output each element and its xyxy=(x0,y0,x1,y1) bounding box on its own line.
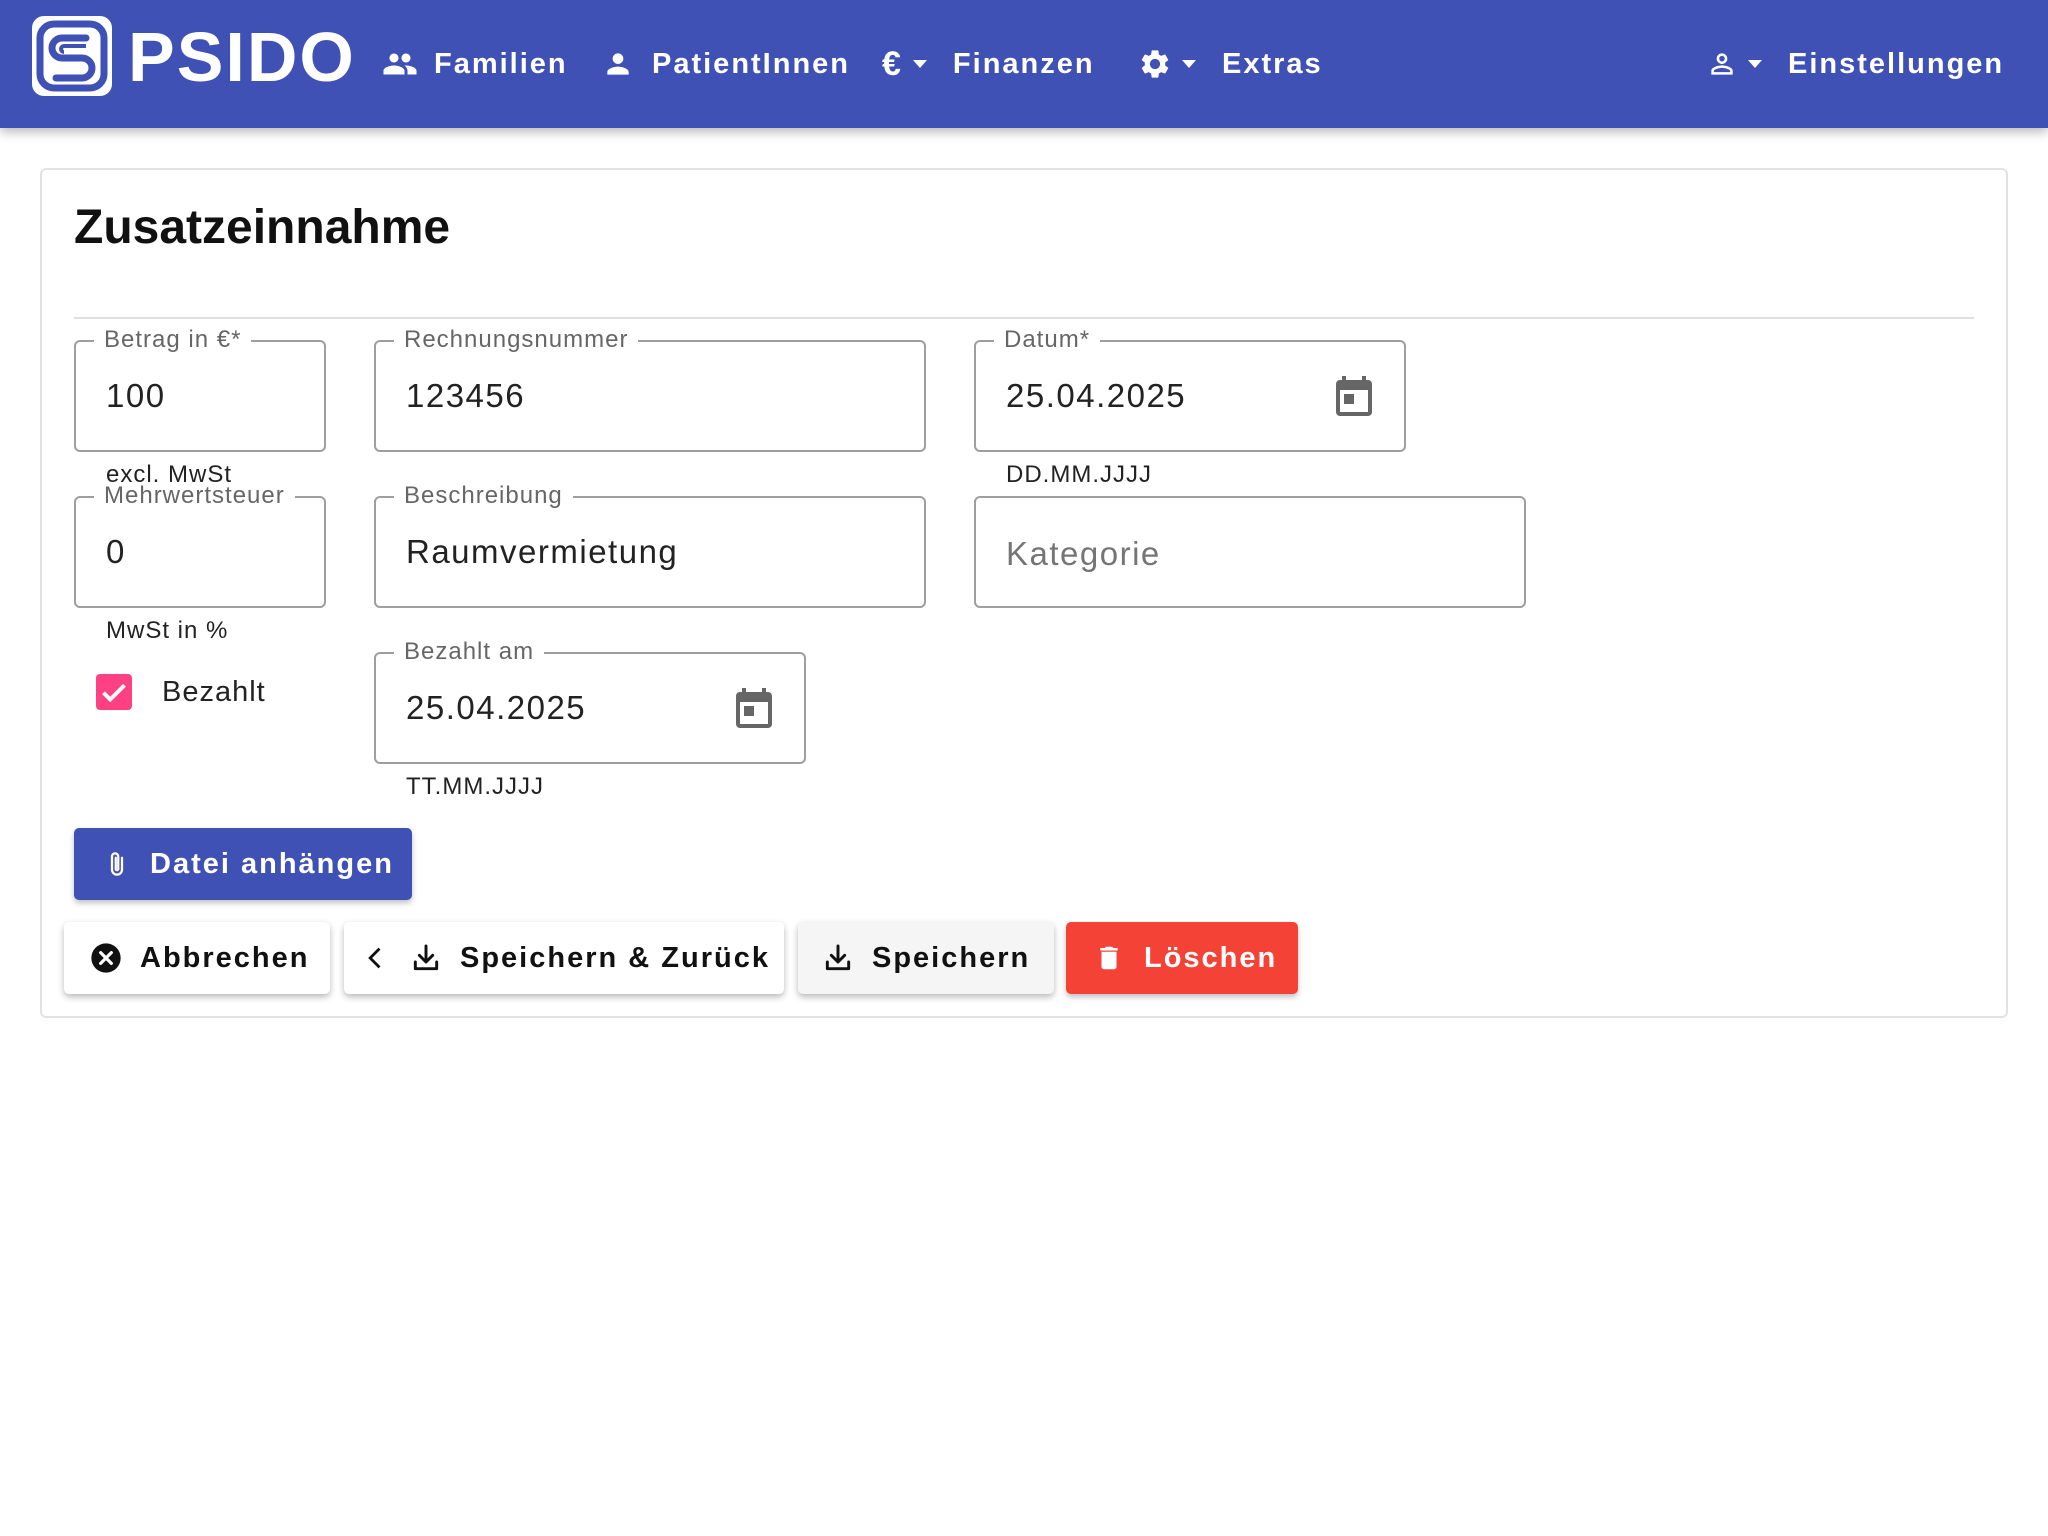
attach-file-label: Datei anhängen xyxy=(150,847,394,880)
calendar-icon[interactable] xyxy=(730,684,778,732)
nav-patients[interactable]: PatientInnen xyxy=(602,40,850,88)
cancel-circle-icon xyxy=(90,942,122,974)
save-button[interactable]: Speichern xyxy=(798,922,1054,994)
nav-finances-label: Finanzen xyxy=(952,47,1095,80)
paperclip-icon xyxy=(102,846,132,882)
chevron-down-icon xyxy=(1748,60,1762,68)
invoice-number-field[interactable]: Rechnungsnummer 123456 xyxy=(374,326,926,452)
description-value: Raumvermietung xyxy=(406,533,679,570)
amount-field[interactable]: Betrag in €* 100 xyxy=(74,326,326,452)
app-bar: PSIDO Familien PatientInnen € Finanzen E… xyxy=(0,0,2048,128)
person-icon xyxy=(602,48,634,80)
nav-families[interactable]: Familien xyxy=(382,40,568,88)
paid-checkbox[interactable] xyxy=(96,674,132,710)
vat-value: 0 xyxy=(106,533,126,570)
save-label: Speichern xyxy=(872,941,1031,974)
trash-icon xyxy=(1094,942,1124,974)
description-field[interactable]: Beschreibung Raumvermietung xyxy=(374,482,926,608)
attach-file-button[interactable]: Datei anhängen xyxy=(74,828,412,900)
date-field[interactable]: Datum* 25.04.2025 xyxy=(974,326,1406,452)
date-hint: DD.MM.JJJJ xyxy=(1006,461,1152,488)
save-and-back-button[interactable]: Speichern & Zurück xyxy=(344,922,784,994)
chevron-left-icon xyxy=(362,940,390,976)
vat-field[interactable]: Mehrwertsteuer 0 xyxy=(74,482,326,608)
category-select[interactable]: Kategorie xyxy=(974,496,1526,608)
nav-families-label: Familien xyxy=(434,47,568,80)
vat-hint: MwSt in % xyxy=(106,617,229,644)
delete-button[interactable]: Löschen xyxy=(1066,922,1298,994)
paid-on-field[interactable]: Bezahlt am 25.04.2025 xyxy=(374,638,806,764)
chevron-down-icon xyxy=(1182,60,1196,68)
cancel-label: Abbrechen xyxy=(140,941,310,974)
nav-extras-label: Extras xyxy=(1222,47,1323,80)
page-title: Zusatzeinnahme xyxy=(74,201,451,254)
category-placeholder: Kategorie xyxy=(1006,535,1161,572)
nav-finances[interactable]: € Finanzen xyxy=(882,40,1095,88)
euro-icon: € xyxy=(882,44,903,83)
calendar-icon[interactable] xyxy=(1330,372,1378,420)
nav-patients-label: PatientInnen xyxy=(652,47,851,80)
download-icon xyxy=(410,942,442,974)
brand-name[interactable]: PSIDO xyxy=(128,14,356,100)
people-icon xyxy=(382,46,418,82)
gear-icon xyxy=(1138,47,1172,81)
title-divider xyxy=(74,317,1974,319)
nav-settings[interactable]: Einstellungen xyxy=(1706,40,2004,88)
amount-value: 100 xyxy=(106,377,166,414)
save-and-back-label: Speichern & Zurück xyxy=(460,941,770,974)
date-value: 25.04.2025 xyxy=(1006,377,1187,414)
download-icon xyxy=(822,942,854,974)
chevron-down-icon xyxy=(912,60,927,68)
checkmark-icon xyxy=(102,683,126,703)
cancel-button[interactable]: Abbrechen xyxy=(64,922,330,994)
psido-logo-icon[interactable] xyxy=(32,16,112,96)
nav-extras[interactable]: Extras xyxy=(1138,40,1323,88)
invoice-number-value: 123456 xyxy=(406,377,526,414)
delete-label: Löschen xyxy=(1144,941,1278,974)
account-outline-icon xyxy=(1706,48,1738,80)
nav-settings-label: Einstellungen xyxy=(1788,47,2005,80)
paid-label[interactable]: Bezahlt xyxy=(162,674,266,710)
paid-on-hint: TT.MM.JJJJ xyxy=(406,773,544,800)
paid-on-value: 25.04.2025 xyxy=(406,689,587,726)
